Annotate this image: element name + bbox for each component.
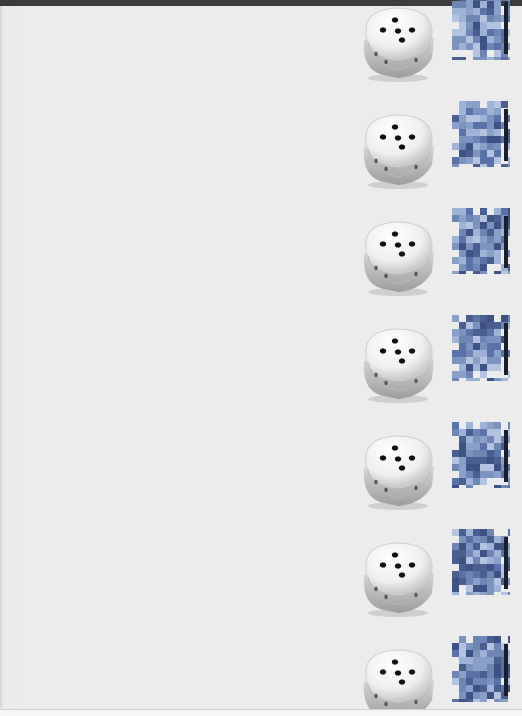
bottom-bar xyxy=(0,709,522,716)
avatar-thumbnail[interactable] xyxy=(452,636,510,702)
list-item xyxy=(0,471,522,617)
list-item xyxy=(0,257,522,403)
app-window xyxy=(0,0,522,716)
randomize-list xyxy=(0,0,522,716)
list-item xyxy=(0,578,522,716)
list-item xyxy=(0,43,522,189)
list-item xyxy=(0,364,522,510)
dice-five-icon[interactable] xyxy=(356,642,440,716)
list-item xyxy=(0,150,522,296)
list-item xyxy=(0,0,522,82)
